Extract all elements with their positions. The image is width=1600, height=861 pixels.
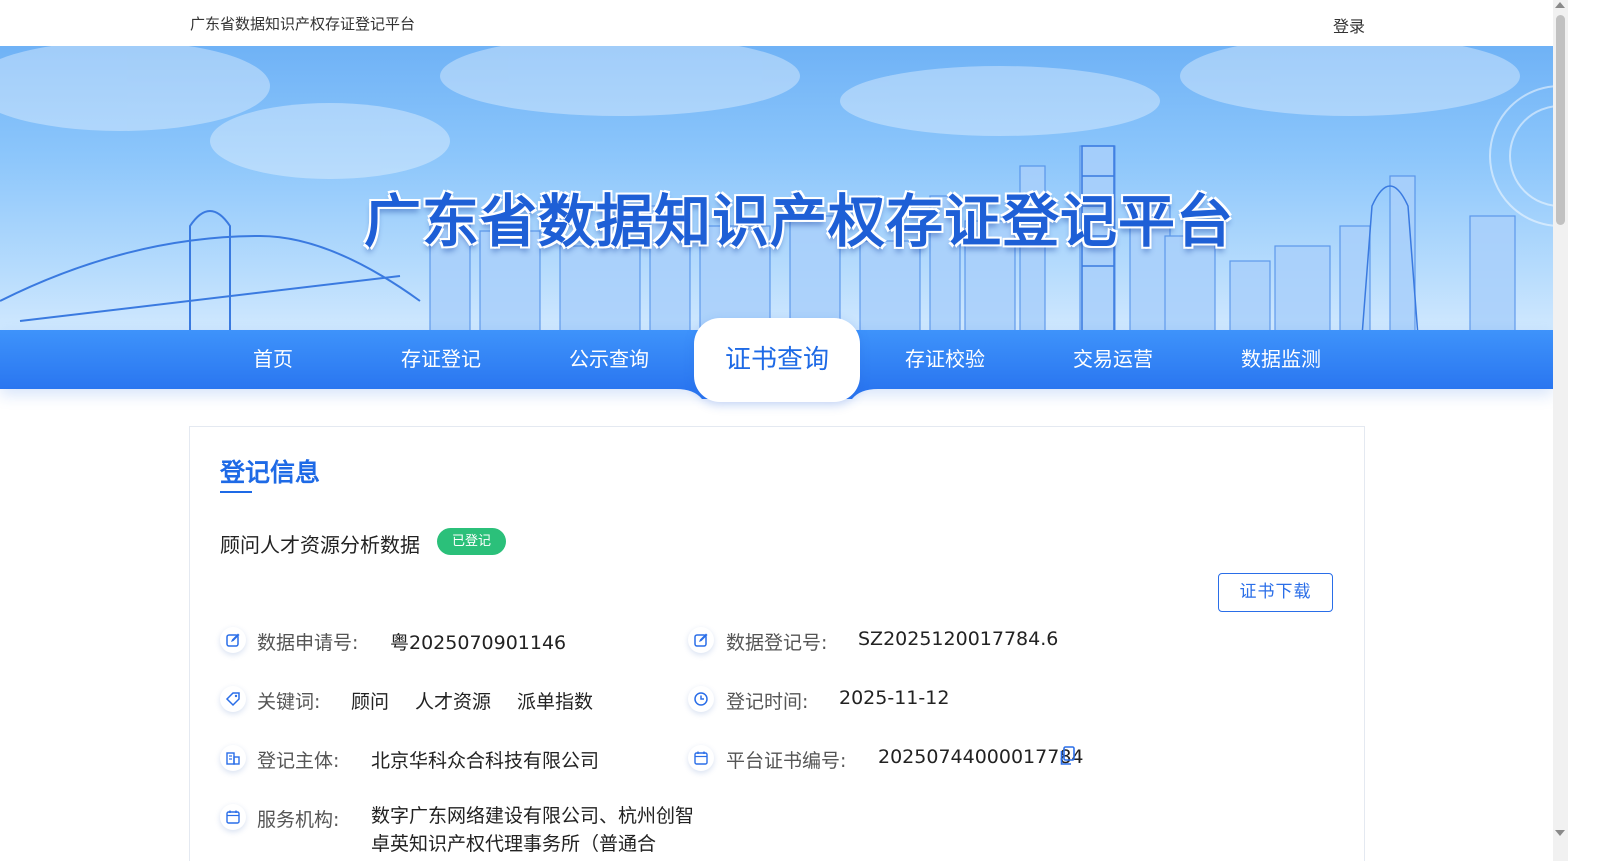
registration-no-label: 数据登记号: <box>726 632 828 654</box>
login-link[interactable]: 登录 <box>1333 13 1365 37</box>
status-badge: 已登记 <box>437 528 506 555</box>
nav-registration[interactable]: 存证登记 <box>357 330 525 389</box>
service-org-value: 数字广东网络建设有限公司、杭州创智卓英知识产权代理事务所（普通合 <box>371 805 695 855</box>
certificate-download-button[interactable]: 证书下载 <box>1218 573 1333 612</box>
nav-home[interactable]: 首页 <box>189 330 357 389</box>
service-org-label: 服务机构: <box>257 809 340 831</box>
tag-icon <box>220 686 246 712</box>
nav-public-query[interactable]: 公示查询 <box>525 330 693 389</box>
certificate-no-label: 平台证书编号: <box>726 750 847 772</box>
registration-time-value: 2025-11-12 <box>839 687 950 709</box>
scroll-up-arrow-icon[interactable] <box>1555 2 1565 8</box>
keyword-tag: 顾问 <box>351 691 390 713</box>
keywords-label: 关键词: <box>257 691 321 713</box>
title-underline <box>220 491 252 493</box>
registration-no-value: SZ2025120017784.6 <box>858 628 1059 650</box>
keyword-tag: 派单指数 <box>517 691 594 713</box>
scroll-down-arrow-icon[interactable] <box>1555 830 1565 836</box>
section-title: 登记信息 <box>220 458 321 487</box>
window-edge <box>1568 0 1600 861</box>
application-no-label: 数据申请号: <box>257 632 359 654</box>
hero-banner: 广东省数据知识产权存证登记平台 <box>0 46 1553 336</box>
nav-verification[interactable]: 存证校验 <box>861 330 1029 389</box>
edit-icon <box>220 627 246 653</box>
nav-monitoring[interactable]: 数据监测 <box>1197 330 1365 389</box>
nav-trading[interactable]: 交易运营 <box>1029 330 1197 389</box>
site-name: 广东省数据知识产权存证登记平台 <box>190 15 416 33</box>
copy-icon[interactable] <box>1060 746 1076 766</box>
clock-icon <box>688 686 714 712</box>
hero-title: 广东省数据知识产权存证登记平台 <box>364 189 1234 255</box>
registration-info-card: 登记信息 顾问人才资源分析数据 已登记 证书下载 数据申请号: 粤2025070… <box>189 426 1365 861</box>
registrant-value: 北京华科众合科技有限公司 <box>371 750 600 772</box>
application-no-value: 粤2025070901146 <box>390 632 567 654</box>
edit-icon <box>688 627 714 653</box>
top-bar: 广东省数据知识产权存证登记平台 登录 <box>0 0 1553 46</box>
scrollbar-thumb[interactable] <box>1556 15 1565 225</box>
registrant-label: 登记主体: <box>257 750 340 772</box>
building-icon <box>220 745 246 771</box>
calendar-icon <box>220 804 246 830</box>
data-item-name: 顾问人才资源分析数据 <box>220 533 420 557</box>
keyword-tag: 人才资源 <box>415 691 492 713</box>
calendar-icon <box>688 745 714 771</box>
certificate-no-value: 20250744000017784 <box>878 746 1084 768</box>
nav-certificate-query[interactable]: 证书查询 <box>694 318 860 402</box>
registration-time-label: 登记时间: <box>726 691 809 713</box>
